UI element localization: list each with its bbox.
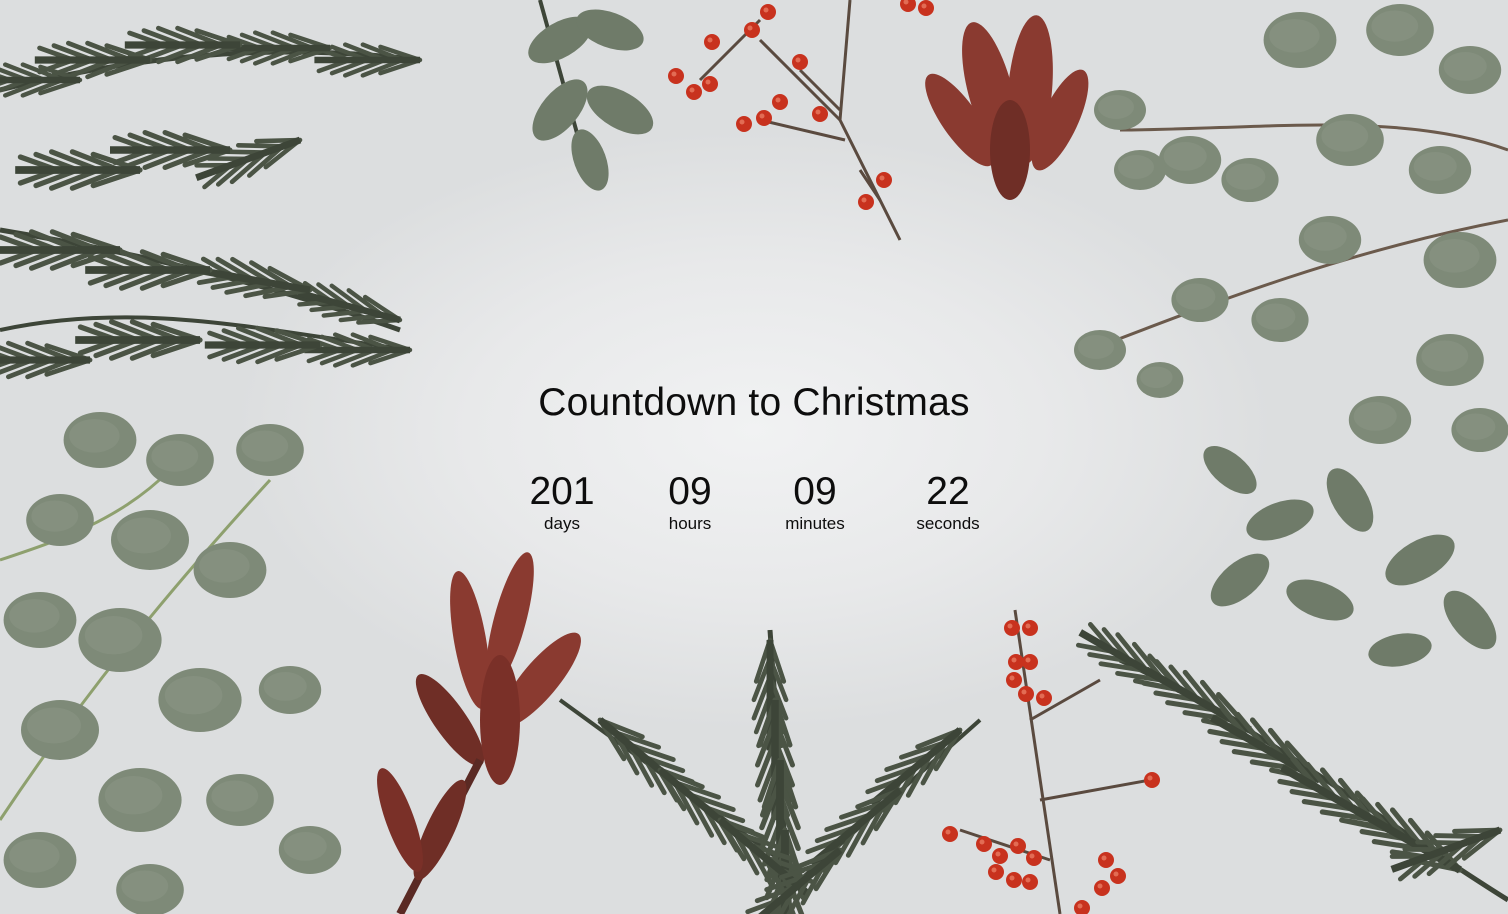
seconds-label: seconds [916,514,980,533]
hours-value: 09 [668,470,712,513]
countdown-days: 201 days [502,470,622,534]
page-title: Countdown to Christmas [538,381,970,424]
countdown-section: Countdown to Christmas 201 days 09 hours… [0,378,1508,533]
botanical-frame [0,0,1508,914]
minutes-value: 09 [793,470,837,513]
days-value: 201 [529,470,595,513]
countdown-units: 201 days 09 hours 09 minutes 22 seconds [0,470,1508,540]
countdown-minutes: 09 minutes [755,470,875,534]
countdown-hours: 09 hours [630,470,750,534]
background-photo [0,0,1508,914]
hours-label: hours [668,514,712,533]
countdown-seconds: 22 seconds [888,470,1008,534]
minutes-label: minutes [785,514,845,533]
days-label: days [544,514,580,533]
seconds-value: 22 [926,470,970,513]
